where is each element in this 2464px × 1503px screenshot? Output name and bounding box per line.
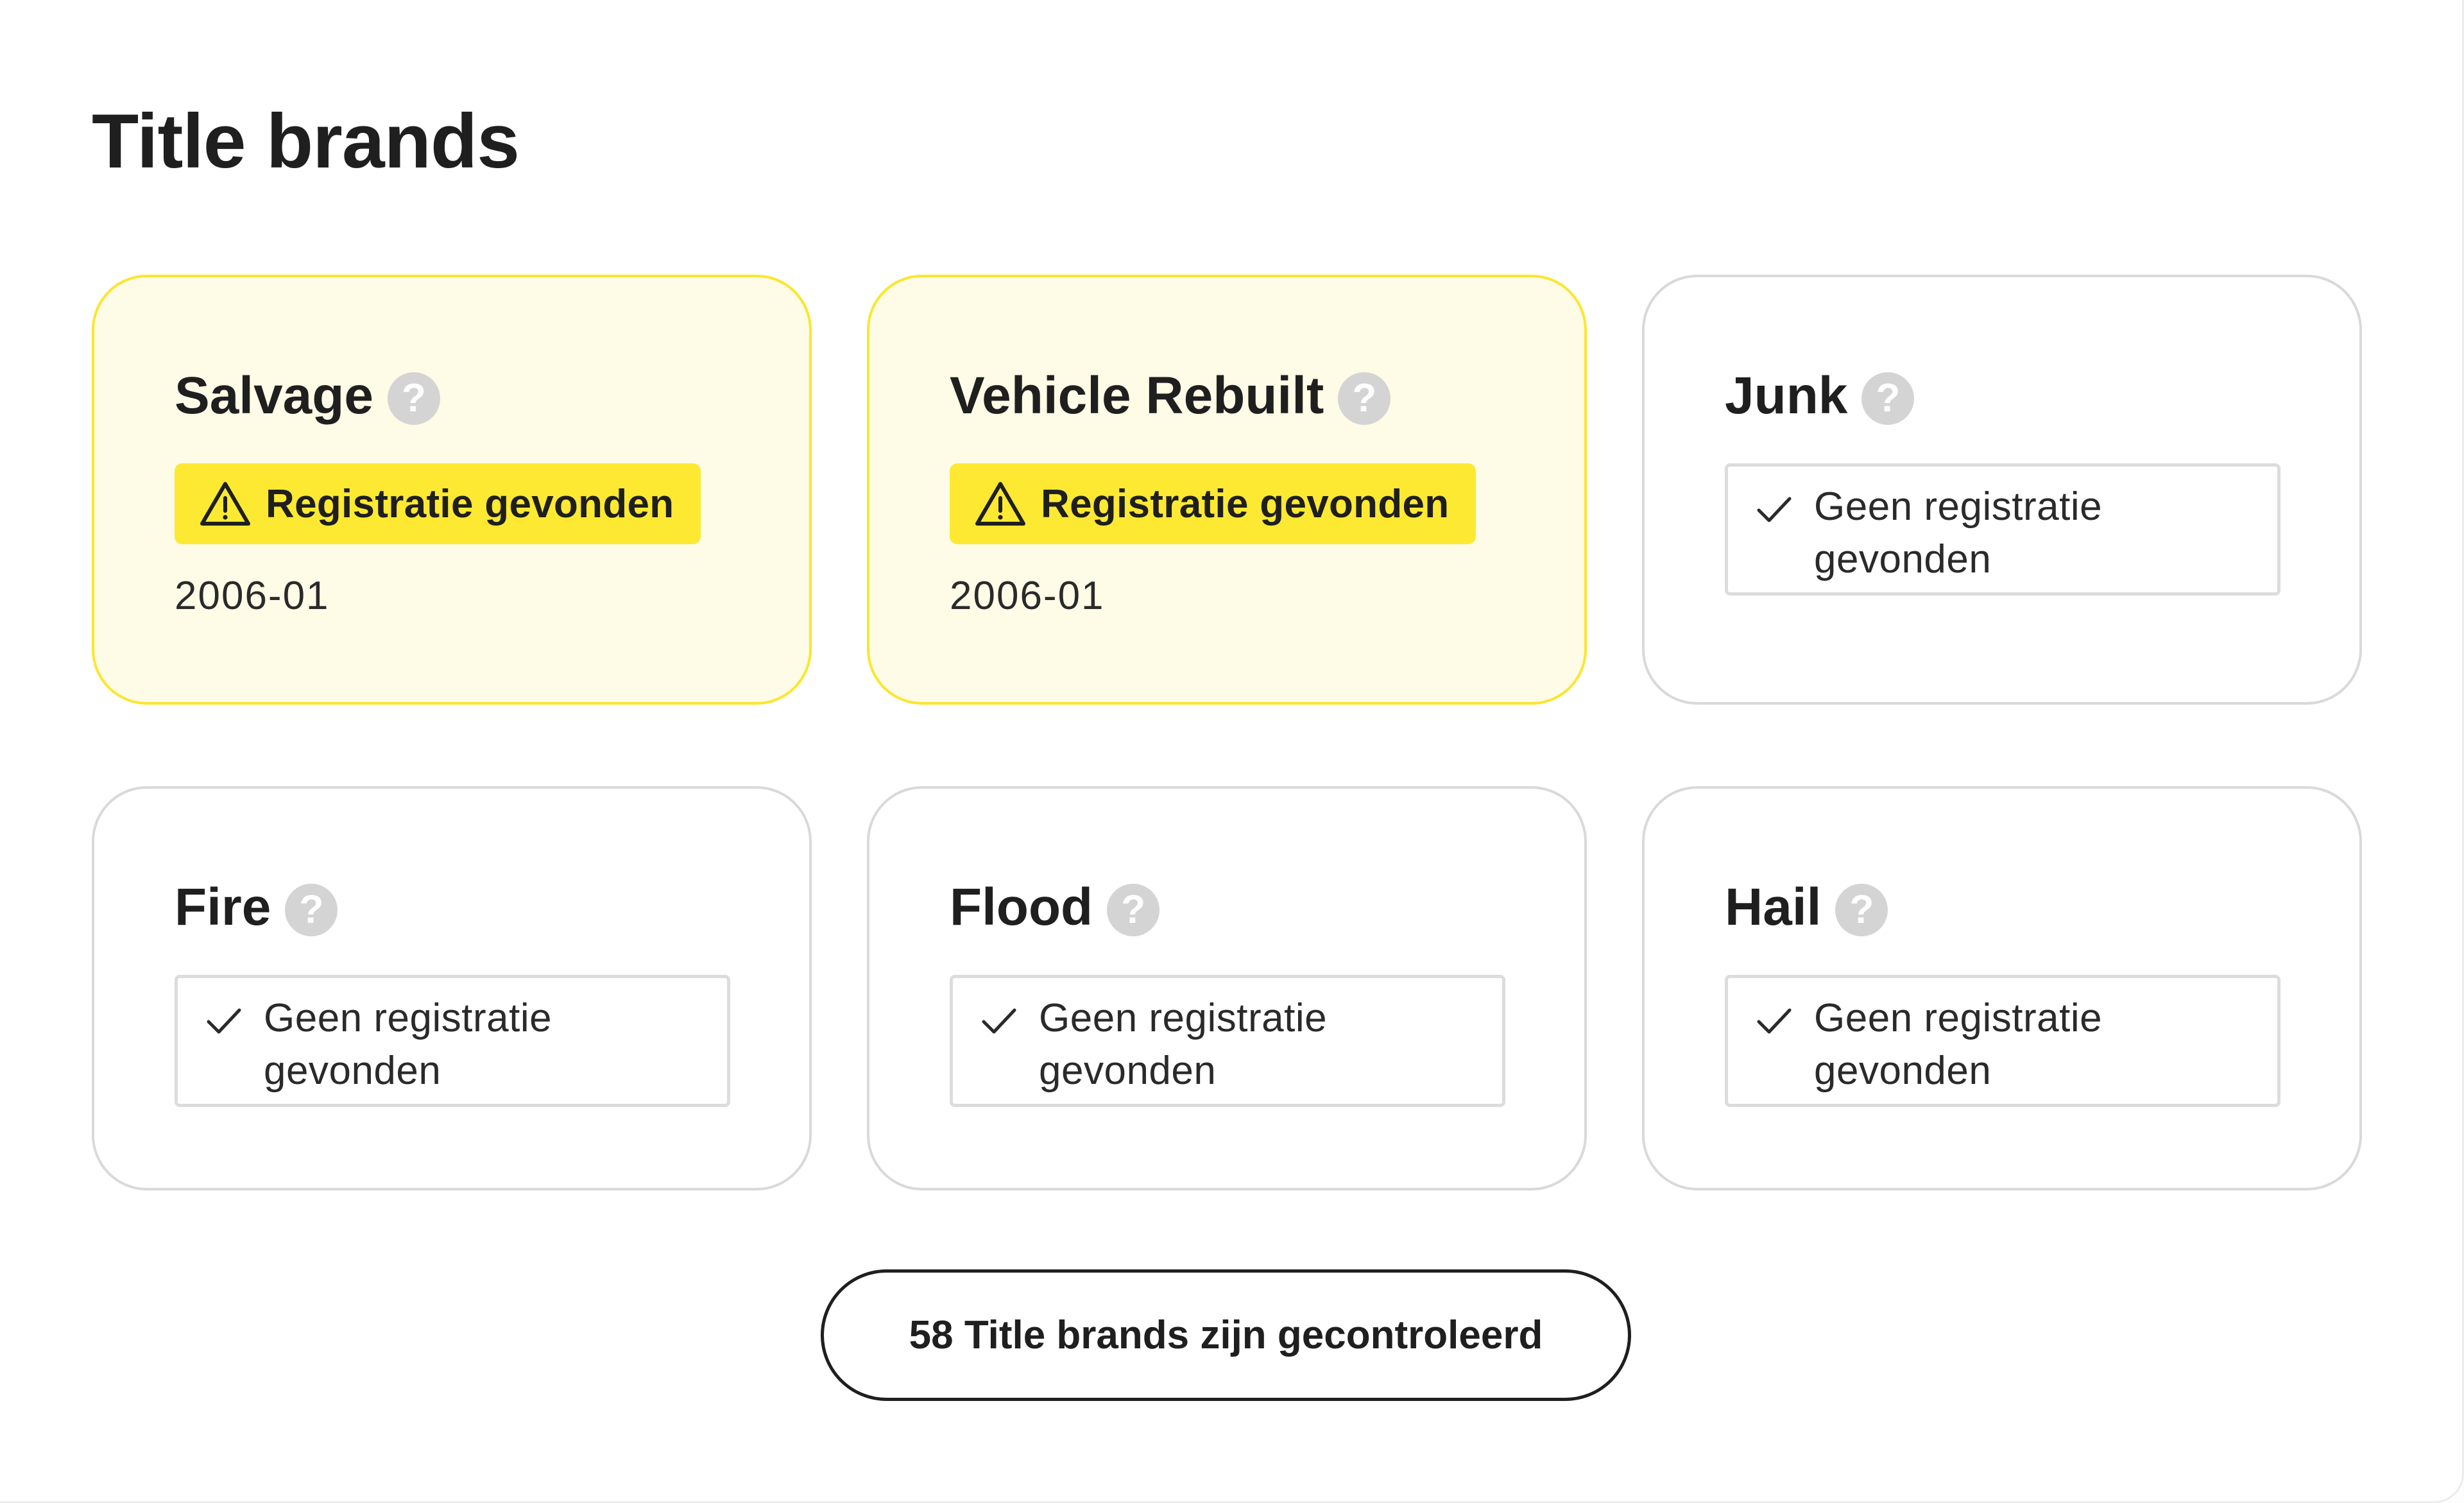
title-brands-grid: Salvage ? Registratie gevonden 2006-01 V… — [92, 275, 2362, 1190]
badge-label: Geen registratie gevonden — [264, 996, 552, 1093]
card-header: Fire ? — [175, 869, 729, 946]
badge-label: Geen registratie gevonden — [1814, 996, 2103, 1093]
card-title: Fire — [175, 878, 271, 936]
card-title: Hail — [1725, 878, 1822, 936]
checkmark-icon — [1757, 1008, 1792, 1034]
card-header: Flood ? — [950, 869, 1504, 946]
card-title: Flood — [950, 878, 1093, 936]
card-header: Junk ? — [1725, 357, 2279, 434]
help-icon[interactable]: ? — [387, 372, 440, 425]
card-header: Salvage ? — [175, 357, 729, 434]
card-hail: Hail ? Geen registratie gevonden — [1642, 786, 2362, 1190]
no-registration-badge: Geen registratie gevonden — [950, 975, 1505, 1107]
badge-label: Registratie gevonden — [1041, 481, 1450, 526]
card-title: Junk — [1725, 366, 1848, 425]
help-icon[interactable]: ? — [1107, 884, 1160, 936]
no-registration-badge: Geen registratie gevonden — [1725, 463, 2280, 596]
warning-triangle-icon — [200, 482, 250, 526]
card-header: Hail ? — [1725, 869, 2279, 946]
registration-date: 2006-01 — [175, 574, 330, 618]
checked-title-brands-button[interactable]: 58 Title brands zijn gecontroleerd — [821, 1269, 1631, 1401]
page-title: Title brands — [92, 98, 520, 184]
card-salvage: Salvage ? Registratie gevonden 2006-01 — [92, 275, 812, 705]
card-title: Salvage — [175, 366, 373, 425]
title-brands-panel: Title brands Salvage ? Registratie gevon… — [0, 0, 2464, 1503]
checkmark-icon — [982, 1008, 1016, 1034]
no-registration-badge: Geen registratie gevonden — [175, 975, 730, 1107]
card-flood: Flood ? Geen registratie gevonden — [867, 786, 1587, 1190]
badge-label: Geen registratie gevonden — [1039, 996, 1328, 1093]
card-title: Vehicle Rebuilt — [950, 366, 1324, 425]
registration-date: 2006-01 — [950, 574, 1105, 618]
warning-triangle-icon — [975, 482, 1025, 526]
card-vehicle-rebuilt: Vehicle Rebuilt ? Registratie gevonden 2… — [867, 275, 1587, 705]
card-header: Vehicle Rebuilt ? — [950, 357, 1504, 434]
help-icon[interactable]: ? — [285, 884, 338, 936]
help-icon[interactable]: ? — [1835, 884, 1888, 936]
no-registration-badge: Geen registratie gevonden — [1725, 975, 2280, 1107]
badge-label: Geen registratie gevonden — [1814, 485, 2103, 581]
help-icon[interactable]: ? — [1861, 372, 1915, 425]
card-fire: Fire ? Geen registratie gevonden — [92, 786, 812, 1190]
help-icon[interactable]: ? — [1338, 372, 1391, 425]
checkmark-icon — [207, 1008, 241, 1034]
checkmark-icon — [1757, 497, 1792, 522]
badge-label: Registratie gevonden — [266, 481, 674, 526]
registration-found-badge: Registratie gevonden — [175, 463, 701, 544]
card-junk: Junk ? Geen registratie gevonden — [1642, 275, 2362, 705]
registration-found-badge: Registratie gevonden — [950, 463, 1476, 544]
